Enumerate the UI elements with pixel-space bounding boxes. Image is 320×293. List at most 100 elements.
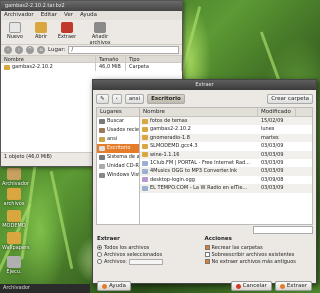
places-header: Lugares [97, 108, 139, 117]
list-item[interactable]: wine-1.1.16 03/03/09 [140, 150, 312, 159]
menu-ver[interactable]: Ver [64, 11, 73, 20]
recent-icon [99, 128, 105, 133]
open-archive-icon [35, 22, 47, 33]
column-name[interactable]: Nombre [1, 56, 96, 62]
column-size[interactable]: Tamaño [96, 56, 126, 62]
up-arrow-icon[interactable]: ^ [26, 46, 34, 54]
option-no-older[interactable]: No extraer archivos más antiguos [204, 258, 313, 265]
dialog-buttons: Ayuda Cancelar Extraer [93, 280, 316, 292]
place-buscar[interactable]: Buscar [97, 117, 139, 126]
help-button[interactable]: Ayuda [97, 281, 131, 291]
help-icon [102, 283, 107, 289]
search-icon [99, 119, 105, 124]
option-all-files[interactable]: Todos los archivos [97, 244, 205, 251]
folder-icon [142, 127, 148, 133]
home-icon[interactable]: ⌂ [37, 46, 45, 54]
back-arrow-icon[interactable]: ‹ [4, 46, 12, 54]
location-label: Lugar: [48, 47, 66, 53]
menu-ayuda[interactable]: Ayuda [80, 11, 97, 20]
open-button[interactable]: Abrir [30, 22, 52, 42]
document-icon [142, 185, 148, 191]
dialog-title: Extraer [93, 80, 316, 90]
add-files-button[interactable]: Añadir archivos [82, 22, 118, 46]
place-cdrw[interactable]: Unidad CD-RW [97, 162, 139, 171]
radio-files-pattern[interactable] [97, 259, 102, 264]
desktop-icon-archivos[interactable]: archivos [2, 188, 26, 207]
list-item[interactable]: EL TEMPO.COM - La W Radio en elTie... 03/… [140, 184, 312, 193]
window-title: gambas2-2.10.2.tar.bz2 [1, 1, 182, 11]
list-item[interactable]: 1Club.FM | PORTAL - Free Internet Rad...… [140, 159, 312, 167]
filter-row [96, 226, 313, 235]
list-item[interactable]: 4Musics OGG to MP3 Converter.lnk 03/03/09 [140, 167, 312, 176]
place-filesystem[interactable]: Sistema de archivos [97, 153, 139, 162]
toolbar: Nuevo Abrir Extraer Añadir archivos [1, 20, 182, 46]
new-button[interactable]: Nuevo [4, 22, 26, 42]
shortcut-icon [142, 169, 148, 175]
drive-icon [99, 173, 105, 178]
location-input[interactable]: / [68, 46, 179, 54]
forward-arrow-icon[interactable]: › [15, 46, 23, 54]
menu-bar: Archivador Editar Ver Ayuda [1, 11, 182, 20]
taskbar-item[interactable]: Archivador [3, 285, 30, 291]
option-files-pattern[interactable]: Archivos: [97, 258, 205, 265]
files-pane: Nombre Modificado fotos de temas 15/02/09… [140, 108, 312, 224]
place-recent[interactable]: Usados recientem. [97, 126, 139, 135]
option-recreate-folders[interactable]: Recrear las carpetas [204, 244, 313, 251]
list-item[interactable]: desktop-login.ogg 03/09/08 [140, 176, 312, 184]
menu-editar[interactable]: Editar [41, 11, 57, 20]
folder-icon [142, 135, 148, 141]
files-header: Nombre Modificado [140, 108, 312, 117]
create-folder-button[interactable]: Crear carpeta [267, 93, 313, 104]
audio-file-icon [142, 177, 148, 183]
extract-confirm-button[interactable]: Extraer [274, 281, 312, 291]
desktop-icon-wallpapers[interactable]: Wallpapers [2, 232, 30, 251]
file-filter-select[interactable] [253, 226, 313, 234]
files-list: fotos de temas 15/02/09 gambas2-2.10.2 lun… [140, 117, 312, 193]
column-type[interactable]: Tipo [126, 56, 182, 62]
option-overwrite[interactable]: Sobreescribir archivos existentes [204, 251, 313, 258]
desktop-icon-ejecu[interactable]: Ejecu. [2, 256, 26, 275]
folder-icon [142, 143, 148, 149]
radio-selected-files[interactable] [97, 252, 102, 257]
folder-icon [7, 232, 21, 244]
path-toggle-button[interactable]: ✎ [96, 93, 109, 104]
file-chooser: Lugares Buscar Usados recientem. ansi Es… [96, 107, 313, 225]
list-item[interactable]: gambas2-2.10.2 lunes [140, 125, 312, 133]
desktop-icon-archivador[interactable]: Archivador [2, 168, 29, 187]
extract-button[interactable]: Extraer [56, 22, 78, 42]
menu-archivador[interactable]: Archivador [4, 11, 34, 20]
files-pattern-input[interactable] [128, 258, 163, 265]
path-button-escritorio[interactable]: Escritorio [147, 93, 185, 104]
file-list-header: Nombre Tamaño Tipo [1, 55, 182, 63]
place-windows-vista[interactable]: Windows Vista (..) [97, 171, 139, 180]
checkbox-no-older[interactable] [204, 259, 210, 264]
location-bar: ‹ › ^ ⌂ Lugar: / [1, 45, 182, 55]
path-back-button[interactable]: ‹ [111, 93, 122, 104]
checkbox-recreate-folders[interactable] [204, 245, 210, 250]
new-archive-icon [9, 22, 21, 33]
options-area: Extraer Todos los archivos Archivos sele… [93, 236, 316, 280]
cancel-button[interactable]: Cancelar [230, 281, 272, 291]
checkbox-overwrite[interactable] [204, 252, 210, 257]
document-icon [142, 160, 148, 166]
folder-icon [142, 118, 148, 124]
radio-all-files[interactable] [97, 245, 102, 250]
column-name[interactable]: Nombre [140, 108, 258, 116]
table-row[interactable]: gambas2-2.10.2 46,0 MiB Carpeta [1, 63, 182, 71]
place-home[interactable]: ansi [97, 135, 139, 144]
path-button-ansi[interactable]: ansi [124, 93, 145, 104]
extract-icon [279, 283, 285, 289]
list-item[interactable]: fotos de temas 15/02/09 [140, 117, 312, 126]
desktop-icon-modemo[interactable]: MODEMO [2, 210, 26, 229]
places-sidebar: Lugares Buscar Usados recientem. ansi Es… [97, 108, 140, 224]
column-modified[interactable]: Modificado [258, 108, 296, 116]
executable-icon [7, 256, 21, 268]
list-item[interactable]: gnomeradio-1.8 martes [140, 133, 312, 143]
option-selected-files[interactable]: Archivos seleccionados [97, 251, 205, 258]
list-item[interactable]: SLMODEMD.gcc4.3 03/03/09 [140, 142, 312, 150]
folder-icon [142, 152, 148, 158]
home-folder-icon [99, 137, 105, 142]
place-escritorio[interactable]: Escritorio [97, 144, 139, 153]
cancel-icon [235, 283, 241, 289]
archive-icon [7, 168, 21, 180]
